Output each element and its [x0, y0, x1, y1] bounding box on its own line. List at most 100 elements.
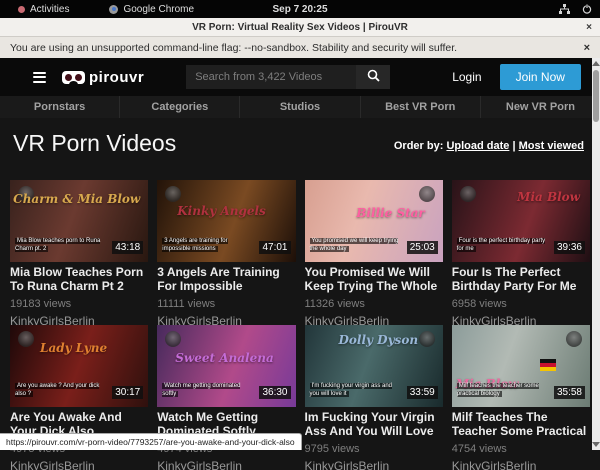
video-card[interactable]: Mia Blow Milf teaches the teacher some p… [452, 325, 590, 470]
chrome-warning-bar: You are using an unsupported command-lin… [0, 37, 600, 58]
tab-title: VR Porn: Virtual Reality Sex Videos | Pi… [192, 22, 408, 33]
video-thumbnail[interactable]: Billie Star You promised we will keep tr… [305, 180, 443, 262]
order-link-most-viewed[interactable]: Most viewed [519, 140, 584, 152]
video-title[interactable]: Four Is The Perfect Birthday Party For M… [452, 265, 590, 293]
nav-item-studios[interactable]: Studios [240, 96, 360, 118]
main-nav: Pornstars Categories Studios Best VR Por… [0, 96, 600, 118]
studio-logo-icon [419, 331, 435, 347]
thumbnail-overlay-text: Mia Blow [517, 190, 580, 204]
video-thumbnail[interactable]: Dolly Dyson I'm fucking your virgin ass … [305, 325, 443, 407]
scrollbar-thumb[interactable] [593, 70, 599, 122]
order-by-label: Order by: [394, 140, 444, 152]
order-link-upload-date[interactable]: Upload date [446, 140, 509, 152]
status-url-bubble: https://pirouvr.com/vr-porn-video/779325… [0, 433, 302, 450]
duration-badge: 47:01 [259, 241, 290, 254]
video-studio-link[interactable]: KinkyGirlsBerlin [10, 314, 148, 325]
video-studio-link[interactable]: KinkyGirlsBerlin [157, 459, 295, 470]
video-studio-link[interactable]: KinkyGirlsBerlin [10, 459, 148, 470]
os-top-bar: Activities Google Chrome Sep 7 20:25 [0, 0, 600, 18]
duration-badge: 35:58 [554, 386, 585, 399]
studio-logo-icon [18, 331, 34, 347]
video-thumbnail[interactable]: Runa Charm & Mia Blow Mia Blow teaches p… [10, 180, 148, 262]
video-views: 19183 views [10, 298, 148, 310]
site-logo[interactable]: pirouvr [62, 69, 144, 86]
thumbnail-overlay-text: Runa Charm & Mia Blow [10, 192, 140, 206]
duration-badge: 30:17 [112, 386, 143, 399]
video-views: 6958 views [452, 298, 590, 310]
duration-badge: 25:03 [407, 241, 438, 254]
thumbnail-caption: 3 Angels are training for impossible mis… [162, 237, 253, 253]
video-thumbnail[interactable]: Kinky Angels 3 Angels are training for i… [157, 180, 295, 262]
thumbnail-caption: Are you awake ? And your dick also ? [15, 382, 106, 398]
video-card[interactable]: Kinky Angels 3 Angels are training for i… [157, 180, 295, 325]
video-studio-link[interactable]: KinkyGirlsBerlin [452, 459, 590, 470]
login-link[interactable]: Login [452, 70, 481, 84]
studio-logo-icon [165, 331, 181, 347]
thumbnail-caption: Mia Blow teaches porn to Runa Charm pt. … [15, 237, 106, 253]
video-thumbnail[interactable]: Lady Lyne Are you awake ? And your dick … [10, 325, 148, 407]
video-studio-link[interactable]: KinkyGirlsBerlin [305, 314, 443, 325]
nav-item-new-vr-porn[interactable]: New VR Porn [481, 96, 600, 118]
warning-close-icon[interactable]: × [584, 42, 590, 54]
status-url: https://pirouvr.com/vr-porn-video/779325… [6, 437, 295, 447]
power-icon[interactable] [582, 4, 592, 14]
video-title[interactable]: 3 Angels Are Training For Impossible Mis… [157, 265, 295, 293]
scroll-up-icon[interactable] [592, 61, 600, 66]
video-studio-link[interactable]: KinkyGirlsBerlin [157, 314, 295, 325]
search-icon [367, 69, 380, 85]
order-by-controls: Order by: Upload date | Most viewed [394, 140, 584, 152]
duration-badge: 43:18 [112, 241, 143, 254]
thumbnail-caption: Watch me getting dominated softly [162, 382, 253, 398]
video-card[interactable]: Mia Blow Four is the perfect birthday pa… [452, 180, 590, 325]
order-separator: | [512, 140, 515, 152]
search-input[interactable] [186, 65, 356, 89]
logo-text: pirouvr [89, 69, 144, 86]
search-button[interactable] [356, 65, 390, 89]
os-clock[interactable]: Sep 7 20:25 [0, 4, 600, 15]
video-card[interactable]: Billie Star You promised we will keep tr… [305, 180, 443, 325]
video-views: 11111 views [157, 298, 295, 310]
scrollbar[interactable] [592, 58, 600, 450]
thumbnail-caption: Four is the perfect birthday party for m… [457, 237, 548, 253]
video-card[interactable]: Dolly Dyson I'm fucking your virgin ass … [305, 325, 443, 470]
thumbnail-caption: I'm fucking your virgin ass and you will… [310, 382, 401, 398]
scroll-down-icon[interactable] [592, 442, 600, 447]
video-title[interactable]: Milf Teaches The Teacher Some Practical … [452, 410, 590, 438]
video-studio-link[interactable]: KinkyGirlsBerlin [452, 314, 590, 325]
tab-close-icon[interactable]: × [586, 22, 592, 33]
video-card[interactable]: Runa Charm & Mia Blow Mia Blow teaches p… [10, 180, 148, 325]
thumbnail-overlay-text: Dolly Dyson [339, 333, 419, 347]
nav-item-best-vr-porn[interactable]: Best VR Porn [361, 96, 481, 118]
video-title[interactable]: You Promised We Will Keep Trying The Who… [305, 265, 443, 293]
network-icon[interactable] [559, 4, 570, 14]
page-title: VR Porn Videos [13, 130, 176, 157]
duration-badge: 36:30 [259, 386, 290, 399]
nav-item-categories[interactable]: Categories [120, 96, 240, 118]
studio-logo-icon [419, 186, 435, 202]
video-views: 9795 views [305, 443, 443, 455]
join-now-button[interactable]: Join Now [500, 64, 581, 90]
warning-message: You are using an unsupported command-lin… [10, 42, 457, 54]
thumbnail-overlay-text: Lady Lyne [40, 341, 107, 355]
thumbnail-overlay-text: Sweet Analena [175, 351, 274, 365]
studio-logo-icon [566, 331, 582, 347]
vr-goggles-icon [62, 71, 85, 84]
video-title[interactable]: Mia Blow Teaches Porn To Runa Charm Pt 2 [10, 265, 148, 293]
duration-badge: 39:36 [554, 241, 585, 254]
video-thumbnail[interactable]: Mia Blow Milf teaches the teacher some p… [452, 325, 590, 407]
menu-icon[interactable] [33, 72, 46, 83]
video-title[interactable]: Im Fucking Your Virgin Ass And You Will … [305, 410, 443, 438]
studio-logo-icon [460, 186, 476, 202]
video-studio-link[interactable]: KinkyGirlsBerlin [305, 459, 443, 470]
video-thumbnail[interactable]: Mia Blow Four is the perfect birthday pa… [452, 180, 590, 262]
thumbnail-overlay-text: Billie Star [356, 206, 425, 220]
thumbnail-caption: Milf teaches the teacher some practical … [457, 382, 548, 398]
page-heading-row: VR Porn Videos Order by: Upload date | M… [0, 118, 600, 180]
studio-logo-icon [165, 186, 181, 202]
video-grid: Runa Charm & Mia Blow Mia Blow teaches p… [0, 180, 600, 470]
video-views: 4754 views [452, 443, 590, 455]
nav-item-pornstars[interactable]: Pornstars [0, 96, 120, 118]
video-views: 11326 views [305, 298, 443, 310]
video-thumbnail[interactable]: Sweet Analena Watch me getting dominated… [157, 325, 295, 407]
browser-tab-bar: VR Porn: Virtual Reality Sex Videos | Pi… [0, 18, 600, 37]
